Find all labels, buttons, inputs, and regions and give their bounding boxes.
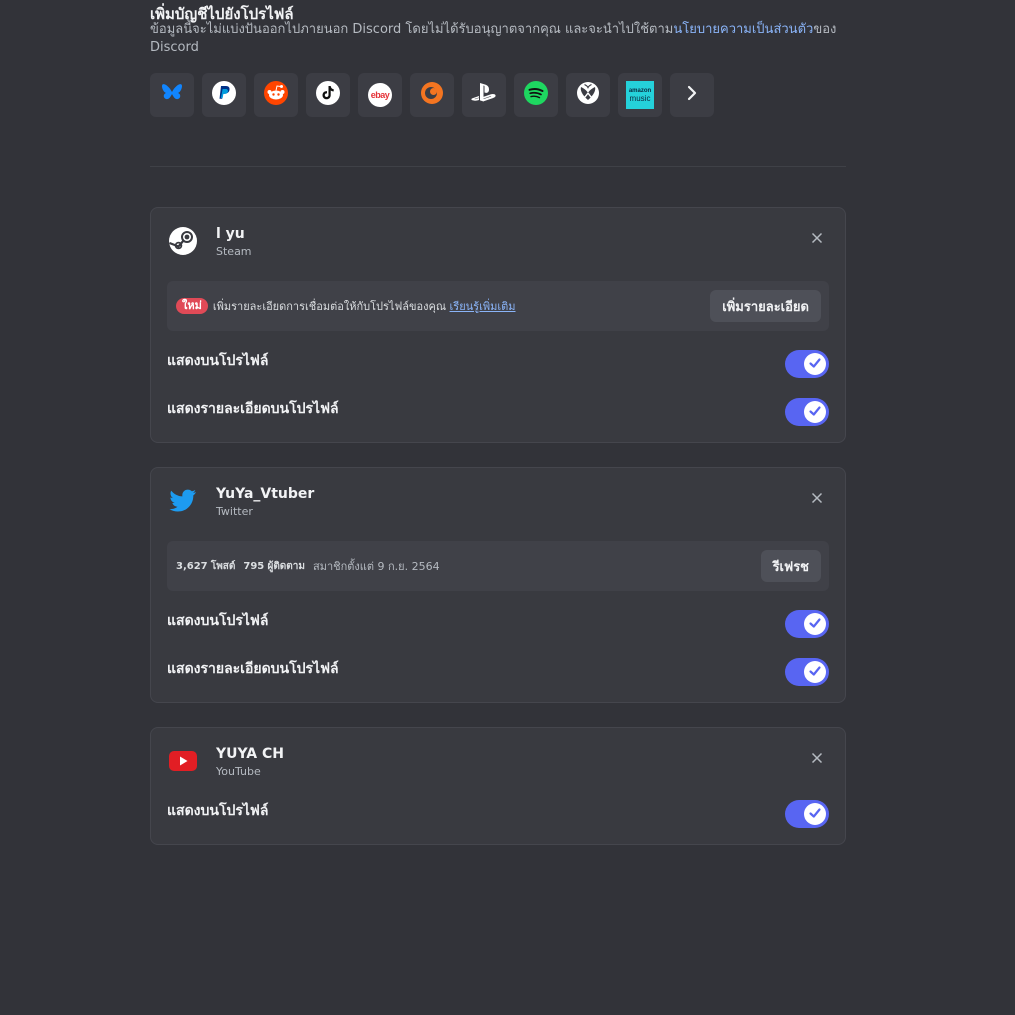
show-on-profile-toggle[interactable] xyxy=(785,610,829,638)
tiktok-icon xyxy=(316,81,340,109)
account-type: YouTube xyxy=(216,765,261,778)
refresh-button[interactable]: รีเฟรช xyxy=(760,550,821,582)
toggle-label: แสดงรายละเอียดบนโปรไฟล์ xyxy=(167,661,339,677)
toggle-row-show-details: แสดงรายละเอียดบนโปรไฟล์ xyxy=(167,658,829,688)
new-badge: ใหม่ xyxy=(176,298,208,314)
disconnect-button[interactable] xyxy=(809,750,825,766)
chevron-right-icon xyxy=(685,85,699,105)
account-name: YuYa_Vtuber xyxy=(216,486,315,502)
connect-xbox-button[interactable] xyxy=(566,73,610,117)
close-icon xyxy=(811,749,823,768)
show-on-profile-toggle[interactable] xyxy=(785,350,829,378)
connection-card-steam: l yu Steam ใหม่ เพิ่มรายละเอียดการเชื่อม… xyxy=(150,207,846,443)
member-since: สมาชิกตั้งแต่ 9 ก.ย. 2564 xyxy=(313,560,440,573)
connect-reddit-button[interactable] xyxy=(254,73,298,117)
steam-icon xyxy=(167,225,199,257)
connect-bluesky-button[interactable] xyxy=(150,73,194,117)
add-details-button[interactable]: เพิ่มรายละเอียด xyxy=(710,290,821,322)
connection-header: l yu Steam xyxy=(167,225,252,259)
show-details-toggle[interactable] xyxy=(785,398,829,426)
posts-count: 3,627 xyxy=(176,560,208,572)
add-accounts-description: ข้อมูลนี้จะไม่แบ่งปันออกไปภายนอก Discord… xyxy=(150,22,837,55)
show-on-profile-toggle[interactable] xyxy=(785,800,829,828)
connection-header: YuYa_Vtuber Twitter xyxy=(167,485,314,519)
amazon-music-icon: amazon music xyxy=(626,81,654,109)
account-name: YUYA CH xyxy=(216,746,285,762)
account-type: Steam xyxy=(216,245,252,258)
toggle-label: แสดงบนโปรไฟล์ xyxy=(167,613,269,629)
connect-ebay-button[interactable]: ebay xyxy=(358,73,402,117)
connect-playstation-button[interactable] xyxy=(462,73,506,117)
connection-card-twitter: YuYa_Vtuber Twitter 3,627 โพสต์ 795 ผู้ต… xyxy=(150,467,846,703)
toggle-label: แสดงบนโปรไฟล์ xyxy=(167,353,269,369)
followers-count: 795 xyxy=(243,560,265,572)
connection-header: YUYA CH YouTube xyxy=(167,745,284,779)
toggle-row-show-on-profile: แสดงบนโปรไฟล์ xyxy=(167,610,829,640)
toggle-row-show-on-profile: แสดงบนโปรไฟล์ xyxy=(167,800,829,830)
disconnect-button[interactable] xyxy=(809,490,825,506)
close-icon xyxy=(811,489,823,508)
connect-paypal-button[interactable] xyxy=(202,73,246,117)
learn-more-link[interactable]: เรียนรู้เพิ่มเติม xyxy=(450,300,516,313)
toggle-row-show-details: แสดงรายละเอียดบนโปรไฟล์ xyxy=(167,398,829,428)
ebay-icon: ebay xyxy=(368,83,392,107)
reddit-icon xyxy=(264,81,288,109)
account-name: l yu xyxy=(216,226,245,242)
close-icon xyxy=(811,229,823,248)
checkmark-icon xyxy=(808,615,822,634)
checkmark-icon xyxy=(808,663,822,682)
checkmark-icon xyxy=(808,355,822,374)
account-type: Twitter xyxy=(216,505,253,518)
toggle-label: แสดงรายละเอียดบนโปรไฟล์ xyxy=(167,401,339,417)
twitter-icon xyxy=(167,485,199,517)
details-banner: ใหม่ เพิ่มรายละเอียดการเชื่อมต่อให้กับโป… xyxy=(167,281,829,331)
more-services-button[interactable] xyxy=(670,73,714,117)
connect-spotify-button[interactable] xyxy=(514,73,558,117)
connection-card-youtube: YUYA CH YouTube แสดงบนโปรไฟล์ xyxy=(150,727,846,845)
service-icon-row: ebay amazon music xyxy=(150,73,714,117)
spotify-icon xyxy=(524,81,548,109)
disconnect-button[interactable] xyxy=(809,230,825,246)
checkmark-icon xyxy=(808,805,822,824)
privacy-policy-link[interactable]: นโยบายความเป็นส่วนตัว xyxy=(673,22,813,37)
connect-tiktok-button[interactable] xyxy=(306,73,350,117)
connect-crunchyroll-button[interactable] xyxy=(410,73,454,117)
paypal-icon xyxy=(212,81,236,109)
bluesky-icon xyxy=(161,83,183,107)
crunchyroll-icon xyxy=(420,81,444,109)
connect-amazon-music-button[interactable]: amazon music xyxy=(618,73,662,117)
section-divider xyxy=(150,166,846,167)
show-details-toggle[interactable] xyxy=(785,658,829,686)
xbox-icon xyxy=(576,81,600,109)
account-stats-bar: 3,627 โพสต์ 795 ผู้ติดตาม สมาชิกตั้งแต่ … xyxy=(167,541,829,591)
youtube-icon xyxy=(167,745,199,777)
playstation-icon xyxy=(470,82,498,108)
toggle-row-show-on-profile: แสดงบนโปรไฟล์ xyxy=(167,350,829,380)
toggle-label: แสดงบนโปรไฟล์ xyxy=(167,803,269,819)
checkmark-icon xyxy=(808,403,822,422)
